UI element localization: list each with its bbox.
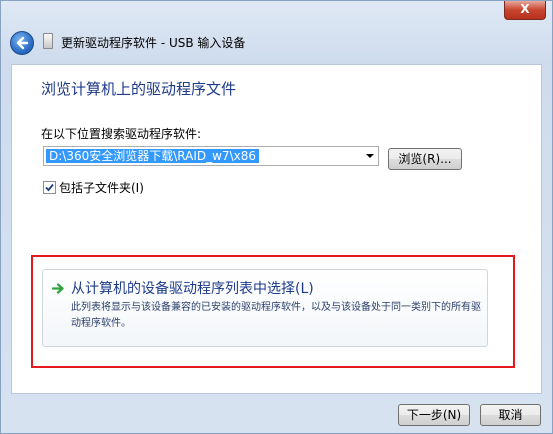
next-button[interactable]: 下一步(N) [398,404,470,426]
chevron-down-icon[interactable] [366,154,374,158]
back-button[interactable] [10,31,34,55]
highlight-annotation [31,255,515,368]
back-arrow-icon [16,36,29,50]
driver-path-value: D:\360安全浏览器下载\RAID_w7\x86 [46,149,259,163]
cancel-button[interactable]: 取消 [480,404,541,426]
checkmark-icon [45,183,54,192]
include-subfolders-row[interactable]: 包括子文件夹(I) [43,179,144,196]
window-title: 更新驱动程序软件 - USB 输入设备 [61,36,246,50]
search-location-label: 在以下位置搜索驱动程序软件: [41,127,202,141]
page-heading: 浏览计算机上的驱动程序文件 [41,80,237,98]
include-subfolders-label: 包括子文件夹(I) [59,181,144,195]
driver-path-combobox[interactable]: D:\360安全浏览器下载\RAID_w7\x86 [43,146,379,166]
device-icon [43,33,53,49]
browse-button[interactable]: 浏览(R)... [388,148,462,170]
close-icon: X [520,2,530,16]
include-subfolders-checkbox[interactable] [43,181,56,194]
close-button[interactable]: X [504,1,546,20]
dialog-window: X 更新驱动程序软件 - USB 输入设备 浏览计算机上的驱动程序文件 在以下位… [0,0,553,434]
